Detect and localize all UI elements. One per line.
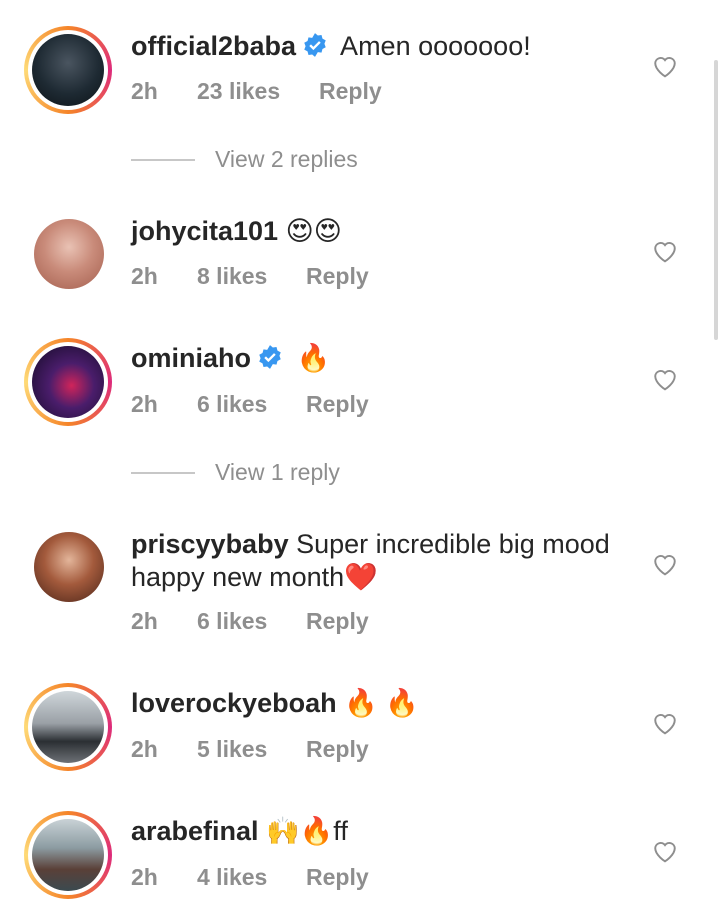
comment-text: 🙌🔥ff [258,816,348,846]
comment-text: 😍😍 [278,216,342,246]
comment-likes[interactable]: 23 likes [197,78,319,105]
avatar[interactable] [34,532,104,602]
comment-meta: 2h 6 likes Reply [131,608,369,635]
reply-button[interactable]: Reply [306,864,369,891]
verified-badge-icon [304,33,326,57]
comment-time: 2h [131,78,158,104]
comment-line: ominiaho 🔥 [131,342,630,375]
comment-username[interactable]: arabefinal [131,816,259,846]
comment-line: arabefinal 🙌🔥ff [131,815,630,848]
comment-username[interactable]: ominiaho [131,343,251,373]
comment-time: 2h [131,391,158,417]
divider [131,158,195,161]
comment-text: 🔥 [289,343,331,373]
comment-meta: 2h 4 likes Reply [131,864,369,891]
avatar[interactable] [24,338,112,426]
view-replies-label: View 1 reply [215,459,340,485]
comment-username[interactable]: priscyybaby [131,529,289,559]
comment-line: official2baba Amen ooooooo! [131,30,630,63]
avatar[interactable] [24,683,112,771]
view-replies-button[interactable]: View 1 reply [131,459,340,486]
comment-likes[interactable]: 6 likes [197,608,306,635]
comment-likes[interactable]: 4 likes [197,864,306,891]
comment-meta: 2h 6 likes Reply [131,391,369,418]
reply-button[interactable]: Reply [319,78,382,105]
comment-line: johycita101 😍😍 [131,215,630,248]
comment-time: 2h [131,263,158,289]
avatar[interactable] [34,219,104,289]
reply-button[interactable]: Reply [306,608,369,635]
comment-username[interactable]: johycita101 [131,216,278,246]
comment-text: 🔥 🔥 [336,688,419,718]
divider [131,471,195,474]
like-heart-icon[interactable] [652,54,678,78]
view-replies-label: View 2 replies [215,146,358,172]
comment-meta: 2h 5 likes Reply [131,736,369,763]
verified-badge-icon [259,345,281,369]
avatar[interactable] [24,26,112,114]
like-heart-icon[interactable] [652,367,678,391]
reply-button[interactable]: Reply [306,263,369,290]
view-replies-button[interactable]: View 2 replies [131,146,358,173]
comment-username[interactable]: official2baba [131,31,296,61]
like-heart-icon[interactable] [652,711,678,735]
comment-meta: 2h 23 likes Reply [131,78,382,105]
comment-line: loverockyeboah 🔥 🔥 [131,687,630,720]
scrollbar[interactable] [714,60,718,340]
reply-button[interactable]: Reply [306,391,369,418]
like-heart-icon[interactable] [652,552,678,576]
comment-text: Amen ooooooo! [334,31,531,61]
comment-time: 2h [131,864,158,890]
comment-meta: 2h 8 likes Reply [131,263,369,290]
reply-button[interactable]: Reply [306,736,369,763]
like-heart-icon[interactable] [652,239,678,263]
like-heart-icon[interactable] [652,839,678,863]
comment-likes[interactable]: 6 likes [197,391,306,418]
comment-time: 2h [131,736,158,762]
comment-time: 2h [131,608,158,634]
comment-username[interactable]: loverockyeboah [131,688,337,718]
comment-line: priscyybaby Super incredible big mood ha… [131,528,630,594]
avatar[interactable] [24,811,112,899]
comment-likes[interactable]: 8 likes [197,263,306,290]
comment-likes[interactable]: 5 likes [197,736,306,763]
